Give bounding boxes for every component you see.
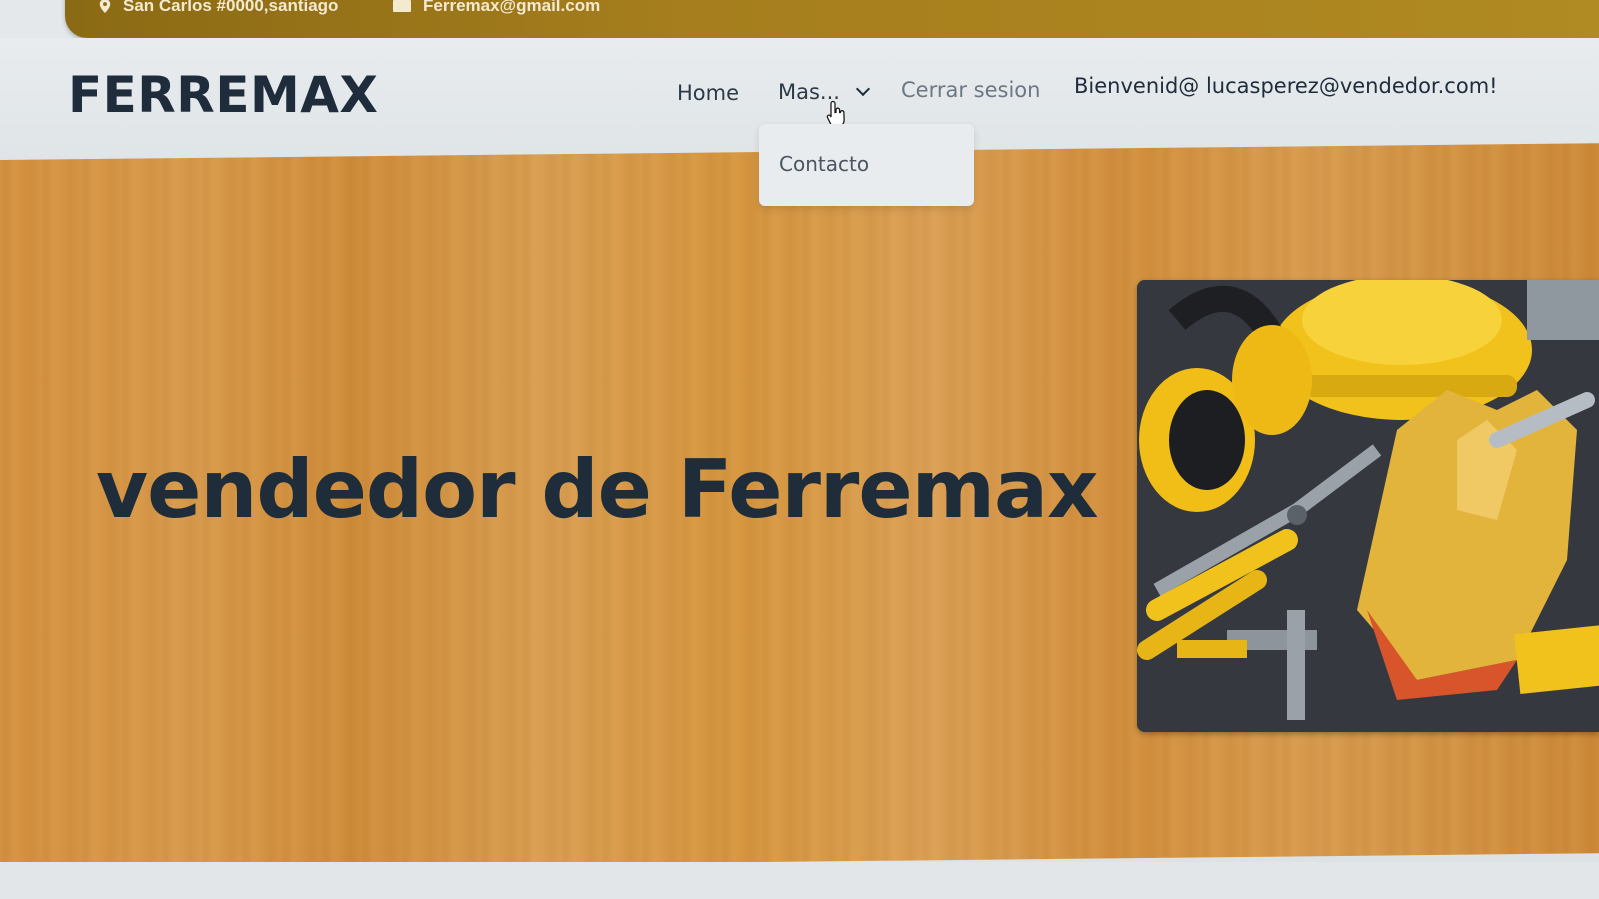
dropdown-item-contacto[interactable]: Contacto [779,152,869,176]
hero-title: vendedor de Ferremax [96,443,1099,536]
nav-mas-dropdown-toggle[interactable]: Mas... [778,80,871,104]
map-pin-icon [99,0,111,13]
topbar-address: San Carlos #0000,santiago [99,0,338,16]
topbar-address-text: San Carlos #0000,santiago [123,0,339,15]
tools-illustration [1137,280,1599,732]
mail-icon [393,0,411,12]
topbar-email: Ferremax@gmail.com [393,0,600,16]
topbar-email-text: Ferremax@gmail.com [423,0,601,15]
page: San Carlos #0000,santiago Ferremax@gmail… [0,0,1599,899]
brand-logo[interactable]: FERREMAX [68,66,378,124]
chevron-down-icon [855,81,871,97]
nav-welcome-text: Bienvenid@ lucasperez@vendedor.com! [1074,74,1498,98]
bottom-strip [0,862,1599,899]
mas-dropdown-menu: Contacto [759,124,974,206]
nav-logout-link[interactable]: Cerrar sesion [901,78,1040,102]
nav-home-link[interactable]: Home [677,81,739,105]
top-info-bar: San Carlos #0000,santiago Ferremax@gmail… [65,0,1599,38]
hero-tools-image [1137,280,1599,732]
